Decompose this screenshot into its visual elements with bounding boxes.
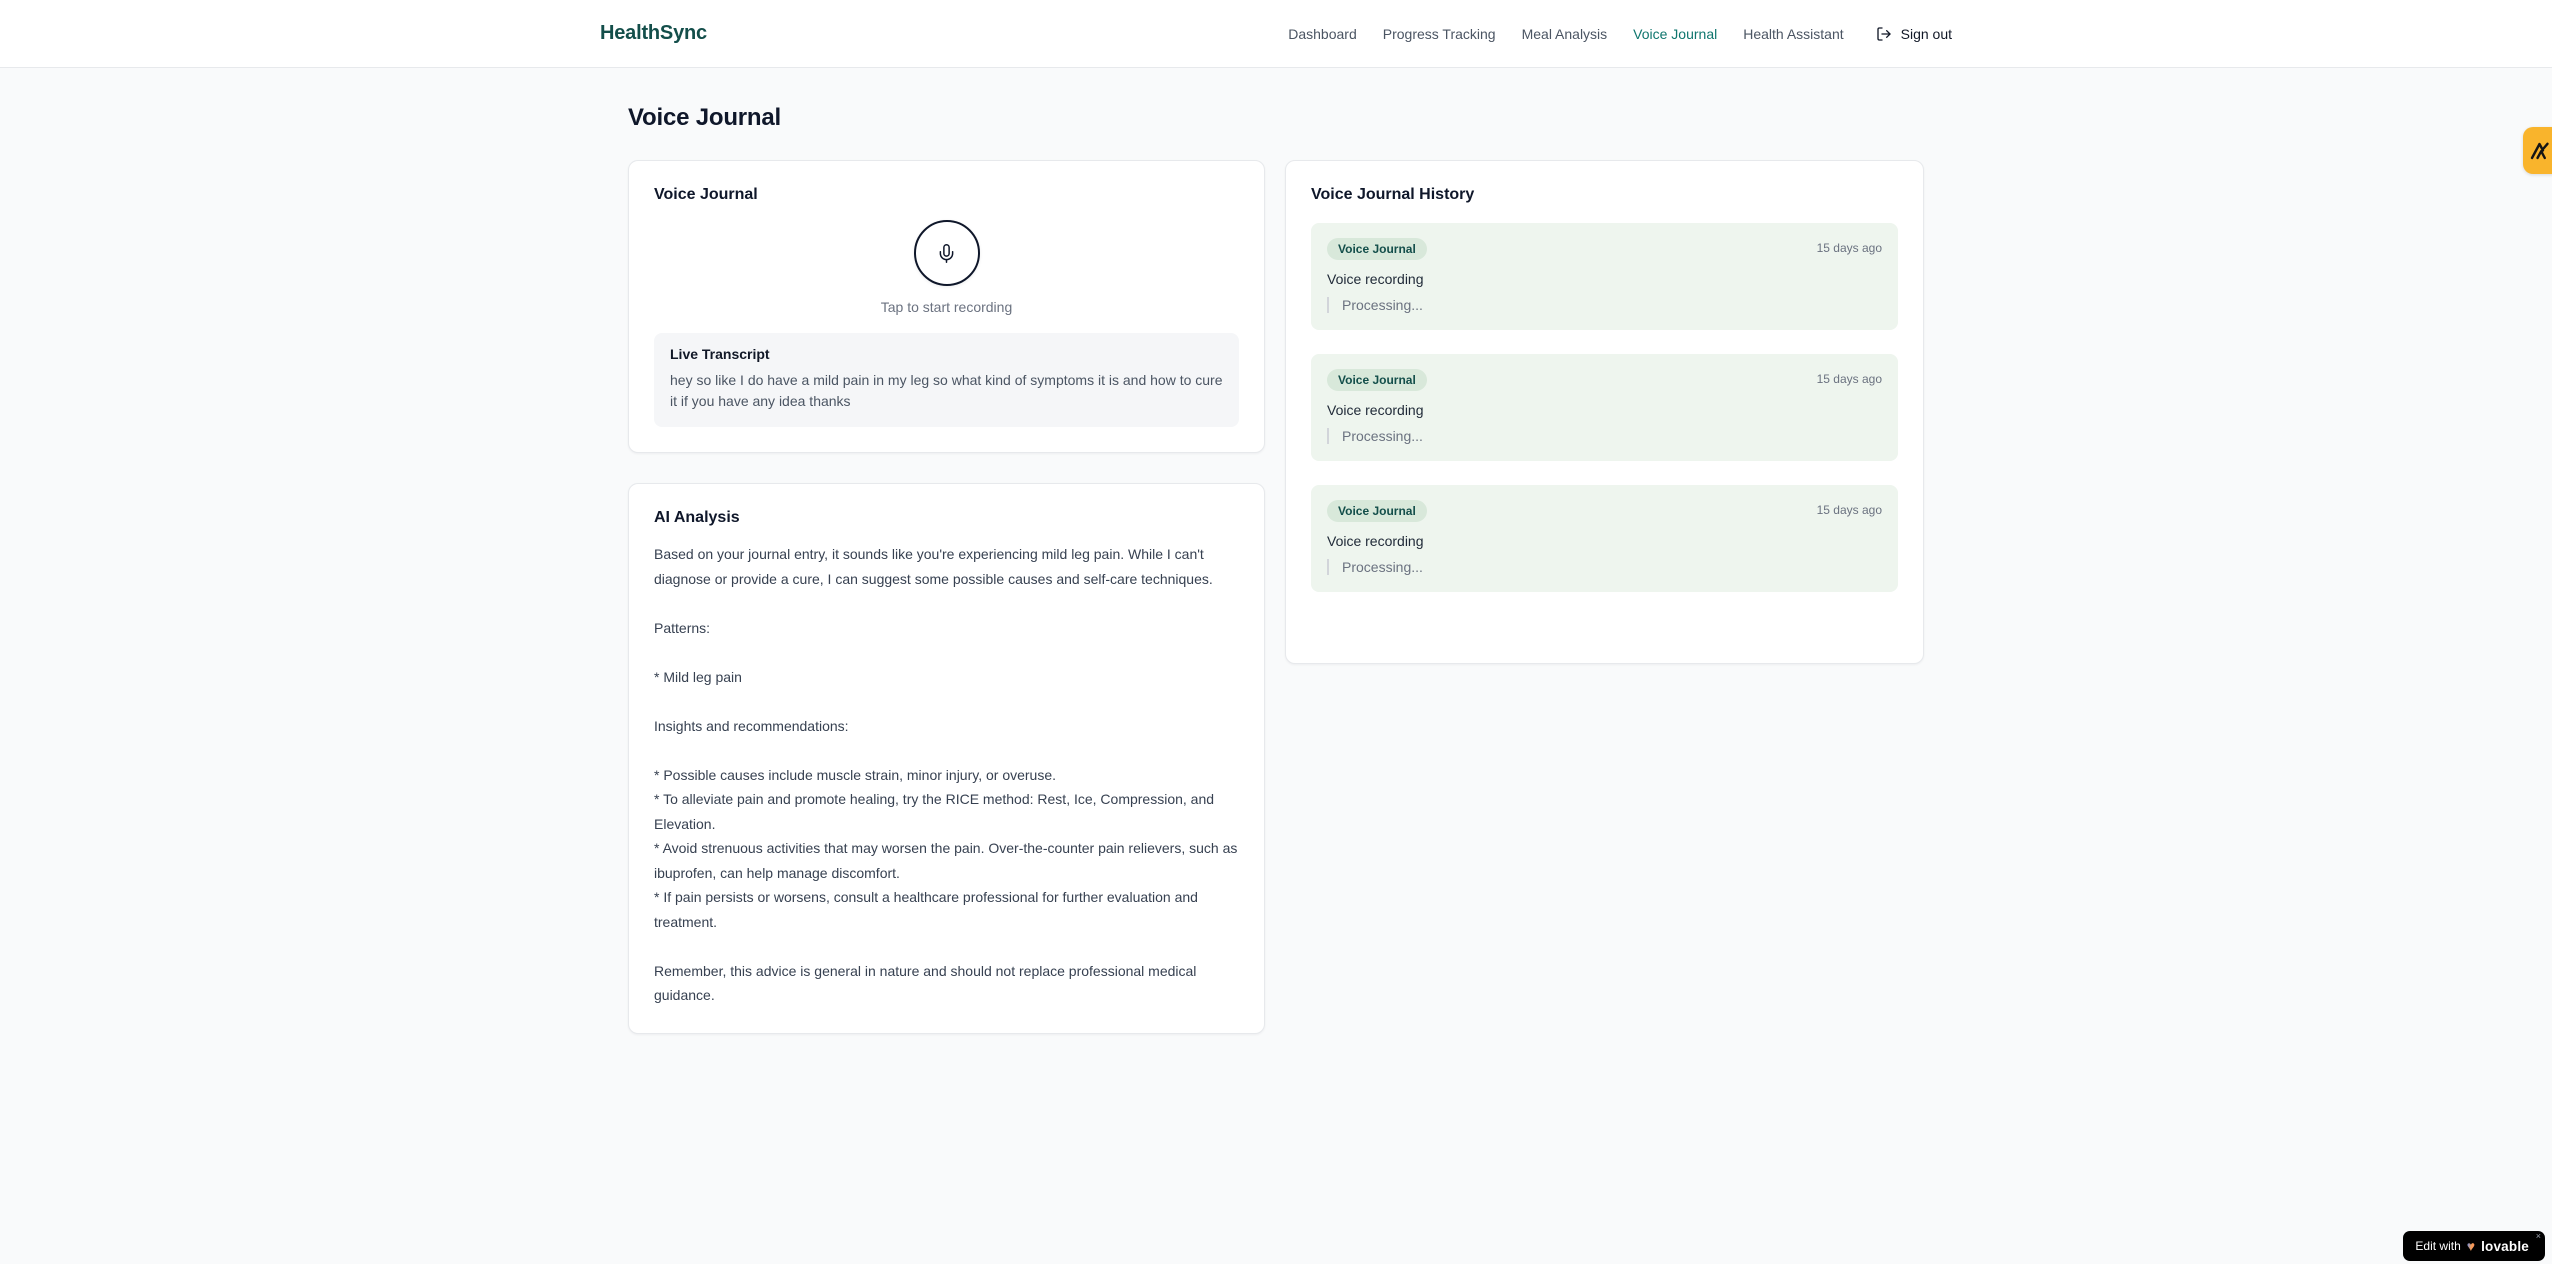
entry-timestamp: 15 days ago (1816, 372, 1882, 386)
heart-icon: ♥ (2466, 1238, 2476, 1254)
left-column: Voice Journal Tap to start recording Liv… (628, 160, 1265, 1034)
record-hint-text: Tap to start recording (880, 299, 1013, 315)
ai-analysis-title: AI Analysis (654, 509, 740, 526)
voice-recorder-card: Voice Journal Tap to start recording Liv… (628, 160, 1265, 453)
history-entry[interactable]: Voice Journal 15 days ago Voice recordin… (1311, 485, 1898, 592)
microphone-icon (936, 243, 957, 264)
sign-out-label: Sign out (1900, 25, 1952, 42)
nav-item-progress-tracking[interactable]: Progress Tracking (1383, 26, 1496, 42)
log-out-icon (1876, 26, 1892, 42)
entry-status: Processing... (1327, 428, 1882, 444)
voice-journal-history-card: Voice Journal History Voice Journal 15 d… (1285, 160, 1924, 664)
recorder-controls: Tap to start recording (654, 204, 1239, 315)
lovable-prefix-label: Edit with (2415, 1239, 2461, 1253)
entry-title: Voice recording (1327, 271, 1424, 287)
nav-item-meal-analysis[interactable]: Meal Analysis (1522, 26, 1608, 42)
entry-header-row: Voice Journal 15 days ago (1327, 500, 1882, 522)
a-logo-icon (2528, 139, 2552, 163)
nav-item-voice-journal[interactable]: Voice Journal (1633, 26, 1717, 42)
history-entry-list: Voice Journal 15 days ago Voice recordin… (1311, 223, 1898, 592)
primary-nav: Dashboard Progress Tracking Meal Analysi… (1288, 26, 1952, 42)
page-title: Voice Journal (628, 104, 782, 131)
history-entry[interactable]: Voice Journal 15 days ago Voice recordin… (1311, 354, 1898, 461)
recorder-card-title: Voice Journal (654, 186, 758, 203)
entry-type-badge: Voice Journal (1327, 500, 1427, 522)
entry-status: Processing... (1327, 559, 1882, 575)
entry-type-badge: Voice Journal (1327, 369, 1427, 391)
page-content: Voice Journal Voice Journal Tap to start… (628, 68, 1924, 1034)
entry-header-row: Voice Journal 15 days ago (1327, 369, 1882, 391)
history-entry[interactable]: Voice Journal 15 days ago Voice recordin… (1311, 223, 1898, 330)
lovable-brand-label: lovable (2481, 1238, 2529, 1254)
live-transcript-label: Live Transcript (670, 346, 770, 362)
live-transcript-text: hey so like I do have a mild pain in my … (670, 372, 1223, 409)
ai-analysis-card: AI Analysis Based on your journal entry,… (628, 483, 1265, 1034)
header-container: HealthSync Dashboard Progress Tracking M… (600, 0, 1952, 67)
entry-status: Processing... (1327, 297, 1882, 313)
record-button[interactable] (913, 220, 980, 286)
ai-analysis-body: Based on your journal entry, it sounds l… (654, 546, 1238, 1003)
history-card-title: Voice Journal History (1311, 186, 1475, 203)
entry-type-badge: Voice Journal (1327, 238, 1427, 260)
content-grid: Voice Journal Tap to start recording Liv… (628, 160, 1924, 1034)
live-transcript-panel: Live Transcript hey so like I do have a … (654, 333, 1239, 427)
entry-title: Voice recording (1327, 402, 1424, 418)
entry-header-row: Voice Journal 15 days ago (1327, 238, 1882, 260)
top-nav-bar: HealthSync Dashboard Progress Tracking M… (0, 0, 2552, 68)
entry-timestamp: 15 days ago (1816, 241, 1882, 255)
nav-item-health-assistant[interactable]: Health Assistant (1743, 26, 1843, 42)
entry-timestamp: 15 days ago (1816, 503, 1882, 517)
nav-item-dashboard[interactable]: Dashboard (1288, 26, 1357, 42)
app-logo[interactable]: HealthSync (600, 22, 707, 45)
amber-side-tab[interactable] (2523, 127, 2552, 174)
close-icon[interactable]: × (2536, 1232, 2541, 1241)
lovable-badge[interactable]: Edit with ♥ lovable × (2403, 1231, 2545, 1261)
entry-title: Voice recording (1327, 533, 1424, 549)
sign-out-button[interactable]: Sign out (1876, 26, 1952, 42)
